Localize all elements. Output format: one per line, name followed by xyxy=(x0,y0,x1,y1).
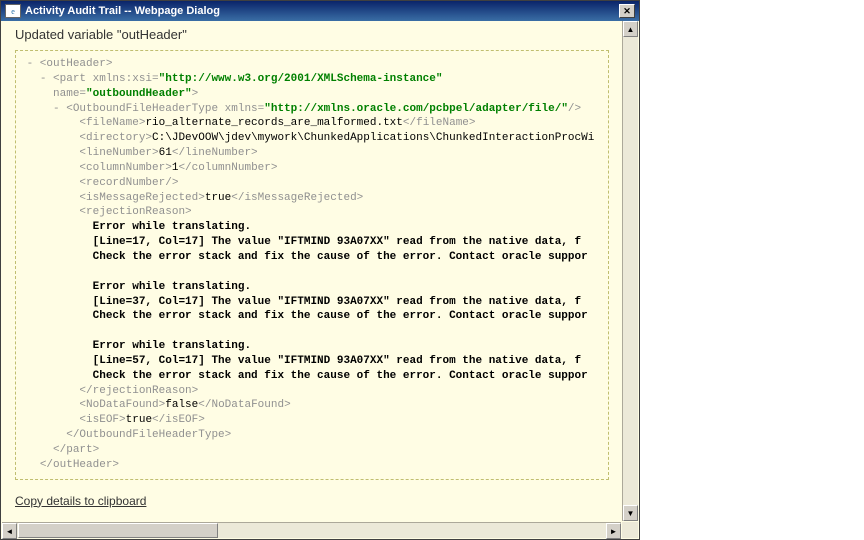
scroll-left-button[interactable]: ◄ xyxy=(2,523,17,539)
xml-tree: - <outHeader> - <part xmlns:xsi="http://… xyxy=(15,50,609,480)
copy-details-link[interactable]: Copy details to clipboard xyxy=(15,494,146,508)
tag-outheader-close: </outHeader> xyxy=(40,459,119,471)
scroll-thumb[interactable] xyxy=(18,523,218,538)
tag-ofht-open[interactable]: - <OutboundFileHeaderType xyxy=(53,103,225,115)
horizontal-scrollbar[interactable]: ◄ ► xyxy=(2,522,621,538)
tag-recordnumber: <recordNumber/> xyxy=(79,177,178,189)
attr-file-namespace: "http://xmlns.oracle.com/pcbpel/adapter/… xyxy=(264,103,568,115)
error-line: Check the error stack and fix the cause … xyxy=(93,251,588,263)
error-line: [Line=17, Col=17] The value "IFTMIND 93A… xyxy=(93,236,581,248)
val-ismessagerejected: true xyxy=(205,192,231,204)
attr-part-name: "outboundHeader" xyxy=(86,88,192,100)
content-area: Updated variable "outHeader" - <outHeade… xyxy=(3,21,621,521)
page-heading: Updated variable "outHeader" xyxy=(15,27,609,42)
scroll-down-button[interactable]: ▼ xyxy=(623,505,638,521)
error-line: [Line=37, Col=17] The value "IFTMIND 93A… xyxy=(93,296,581,308)
tag-outheader-open[interactable]: - <outHeader> xyxy=(27,58,113,70)
tag-ofht-close: </OutboundFileHeaderType> xyxy=(66,429,231,441)
error-line: Check the error stack and fix the cause … xyxy=(93,310,588,322)
error-line: Error while translating. xyxy=(93,340,251,352)
val-filename: rio_alternate_records_are_malformed.txt xyxy=(145,117,402,129)
tag-part-open[interactable]: - <part xyxy=(40,73,93,85)
error-line: Check the error stack and fix the cause … xyxy=(93,370,588,382)
vertical-scrollbar[interactable]: ▲ ▼ xyxy=(622,21,638,521)
dialog-window: e Activity Audit Trail -- Webpage Dialog… xyxy=(0,0,640,540)
window-title: Activity Audit Trail -- Webpage Dialog xyxy=(25,5,619,17)
close-button[interactable]: ✕ xyxy=(619,4,635,18)
val-directory: C:\JDevOOW\jdev\mywork\ChunkedApplicatio… xyxy=(152,132,594,144)
error-line: [Line=57, Col=17] The value "IFTMIND 93A… xyxy=(93,355,581,367)
tag-rejectionreason-close: </rejectionReason> xyxy=(79,385,198,397)
tag-part-close: </part> xyxy=(53,444,99,456)
scroll-up-button[interactable]: ▲ xyxy=(623,21,638,37)
scroll-corner xyxy=(622,522,638,538)
attr-xsi-namespace: "http://www.w3.org/2001/XMLSchema-instan… xyxy=(159,73,443,85)
ie-page-icon: e xyxy=(5,4,21,18)
titlebar[interactable]: e Activity Audit Trail -- Webpage Dialog… xyxy=(1,1,639,21)
val-nodatafound: false xyxy=(165,399,198,411)
val-linenumber: 61 xyxy=(159,147,172,159)
error-line: Error while translating. xyxy=(93,221,251,233)
val-iseof: true xyxy=(126,414,152,426)
tag-rejectionreason-open: <rejectionReason> xyxy=(79,206,191,218)
scroll-right-button[interactable]: ► xyxy=(606,523,621,539)
error-line: Error while translating. xyxy=(93,281,251,293)
